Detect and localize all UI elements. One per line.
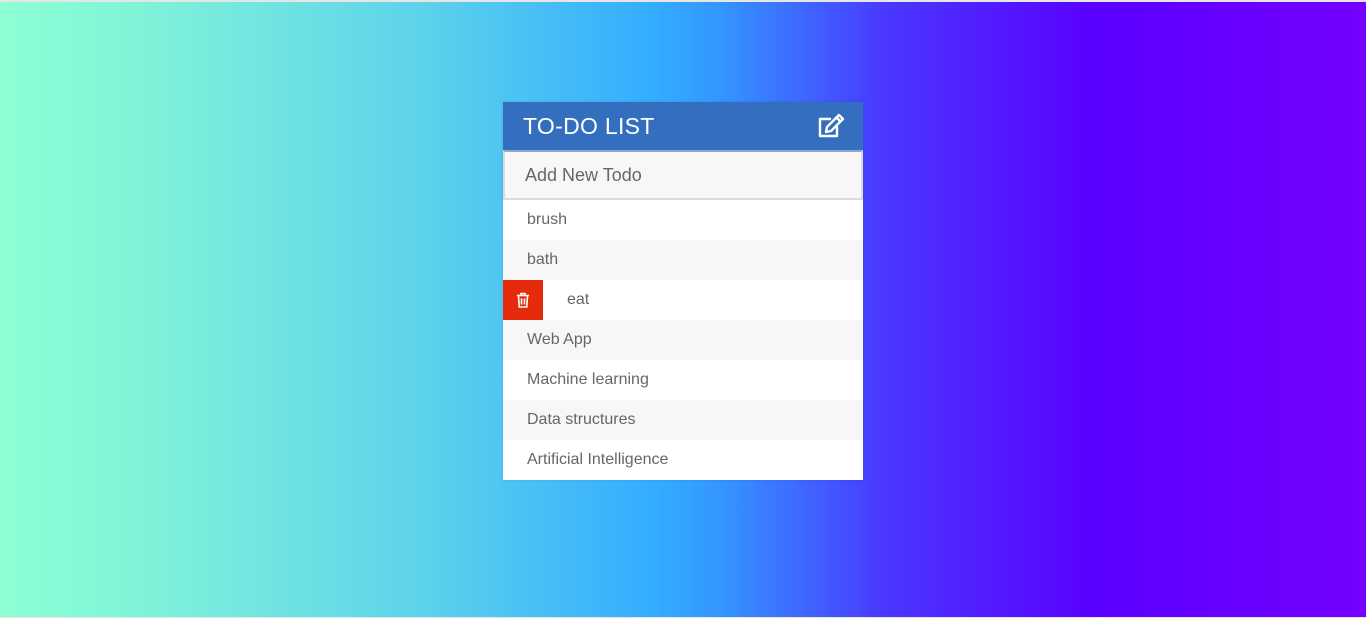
todo-label: Machine learning bbox=[527, 371, 649, 388]
top-border bbox=[0, 0, 1366, 2]
edit-icon[interactable] bbox=[817, 112, 845, 140]
todo-card: TO-DO LIST brush bath eat Web App Machine le… bbox=[503, 102, 863, 480]
todo-label: Artificial Intelligence bbox=[527, 451, 669, 468]
new-todo-field bbox=[503, 150, 863, 200]
trash-icon bbox=[516, 292, 530, 308]
app-title: TO-DO LIST bbox=[523, 112, 655, 139]
todo-label: brush bbox=[527, 211, 568, 228]
list-item[interactable]: Web App bbox=[503, 320, 863, 360]
todo-label: bath bbox=[527, 251, 559, 268]
card-header: TO-DO LIST bbox=[503, 102, 863, 150]
list-item[interactable]: Data structures bbox=[503, 400, 863, 440]
list-item[interactable]: Machine learning bbox=[503, 360, 863, 400]
new-todo-input[interactable] bbox=[505, 152, 861, 198]
list-item[interactable]: brush bbox=[503, 200, 863, 240]
delete-button[interactable] bbox=[503, 280, 543, 320]
todo-label: Web App bbox=[527, 331, 592, 348]
list-item[interactable]: bath bbox=[503, 240, 863, 280]
todo-list: brush bath eat Web App Machine learning Data … bbox=[503, 200, 863, 480]
list-item[interactable]: eat bbox=[503, 280, 863, 320]
todo-label: Data structures bbox=[527, 411, 636, 428]
list-item[interactable]: Artificial Intelligence bbox=[503, 440, 863, 480]
todo-label: eat bbox=[567, 291, 590, 308]
